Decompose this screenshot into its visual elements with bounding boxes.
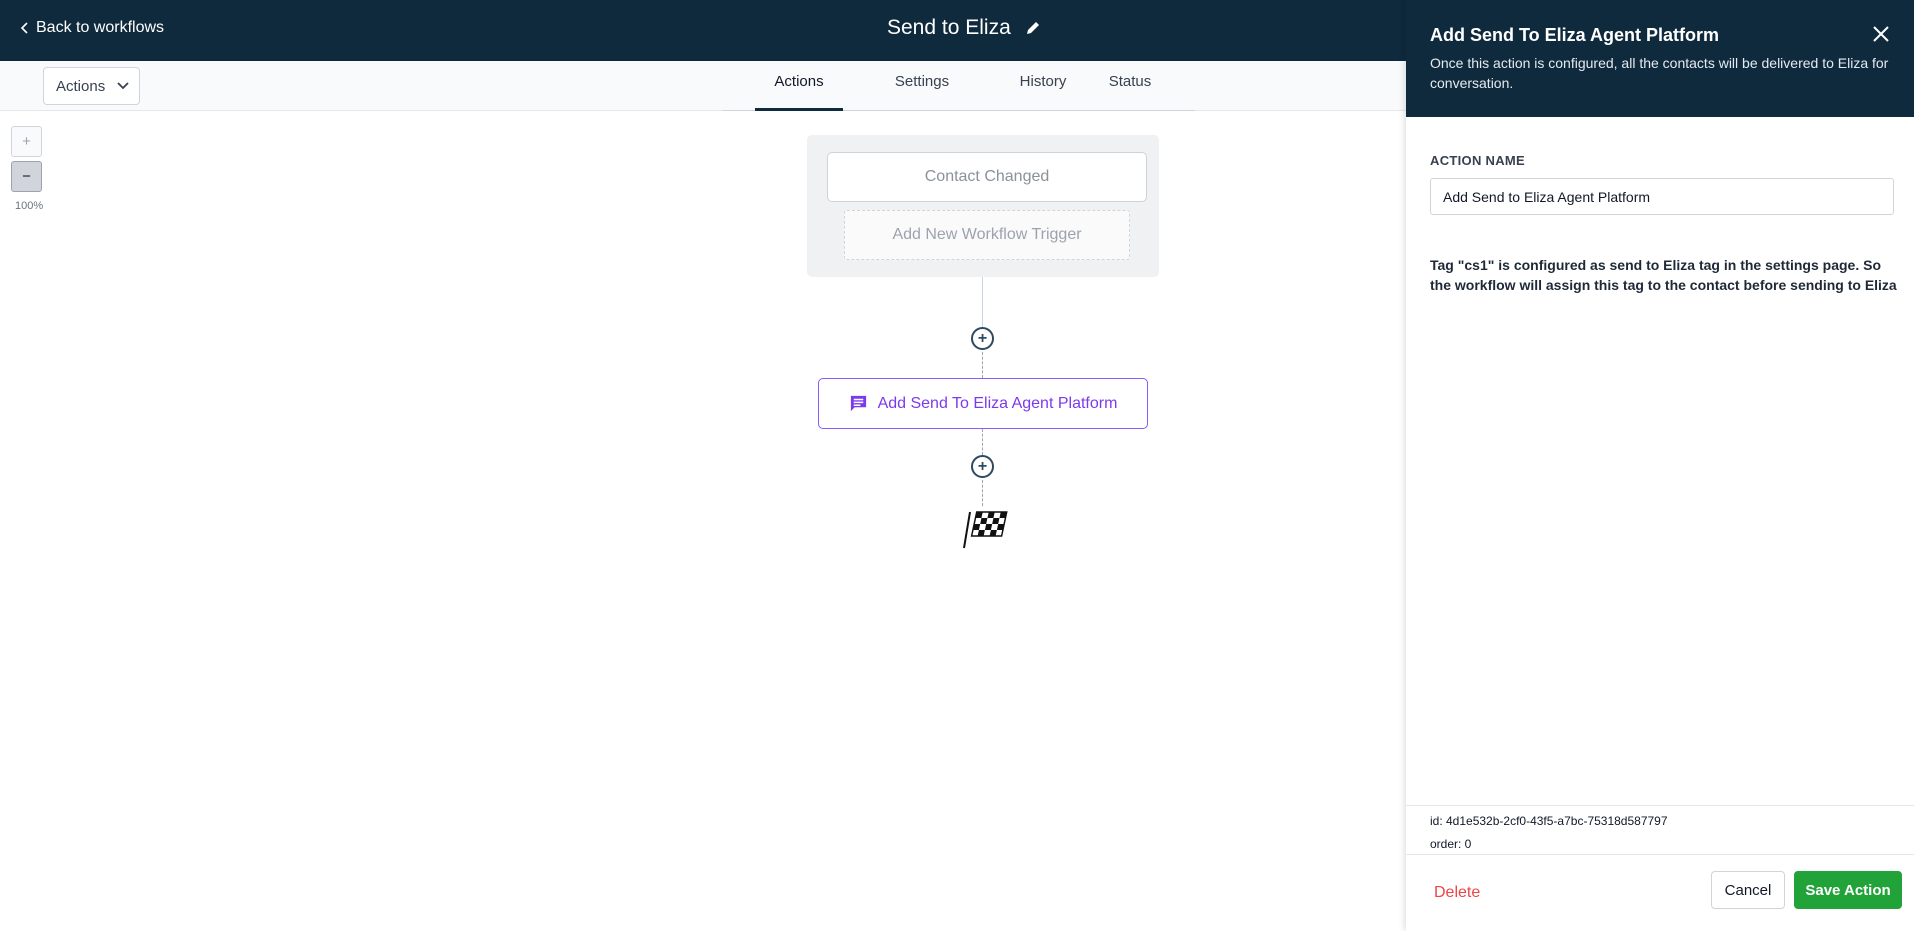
sub-toolbar: Actions Actions Settings History Status bbox=[0, 61, 1406, 111]
workflow-title-text: Send to Eliza bbox=[887, 16, 1011, 39]
trigger-contact-changed[interactable]: Contact Changed bbox=[827, 152, 1147, 202]
tab-status[interactable]: Status bbox=[1098, 61, 1162, 111]
add-step-button[interactable]: + bbox=[971, 327, 994, 350]
panel-header: Add Send To Eliza Agent Platform Once th… bbox=[1406, 0, 1914, 117]
checkered-flag-icon bbox=[963, 511, 1008, 549]
tag-config-note: Tag "cs1" is configured as send to Eliza… bbox=[1430, 257, 1897, 293]
connector-line bbox=[982, 277, 983, 327]
chat-icon bbox=[850, 395, 866, 412]
action-id: id: 4d1e532b-2cf0-43f5-a7bc-75318d587797 bbox=[1430, 814, 1668, 828]
pencil-edit-icon[interactable] bbox=[1025, 20, 1041, 36]
panel-description: Once this action is configured, all the … bbox=[1430, 55, 1889, 91]
zoom-out-button[interactable]: − bbox=[11, 161, 42, 192]
actions-dropdown-label: Actions bbox=[56, 77, 106, 95]
close-icon[interactable] bbox=[1872, 25, 1890, 43]
add-step-button[interactable]: + bbox=[971, 455, 994, 478]
cancel-button[interactable]: Cancel bbox=[1711, 871, 1785, 909]
zoom-in-button[interactable]: + bbox=[11, 126, 42, 157]
connector-line bbox=[982, 429, 983, 455]
action-config-panel: Add Send To Eliza Agent Platform Once th… bbox=[1406, 0, 1914, 931]
save-action-button[interactable]: Save Action bbox=[1794, 871, 1902, 909]
chevron-down-icon bbox=[117, 82, 129, 90]
actions-dropdown[interactable]: Actions bbox=[43, 67, 140, 105]
back-to-workflows-link[interactable]: Back to workflows bbox=[20, 19, 164, 37]
action-name-label: ACTION NAME bbox=[1430, 153, 1526, 168]
action-meta: id: 4d1e532b-2cf0-43f5-a7bc-75318d587797… bbox=[1406, 805, 1914, 855]
panel-title: Add Send To Eliza Agent Platform bbox=[1430, 25, 1720, 45]
delete-button[interactable]: Delete bbox=[1434, 884, 1480, 902]
add-trigger-button[interactable]: Add New Workflow Trigger bbox=[844, 210, 1130, 260]
action-order: order: 0 bbox=[1430, 837, 1472, 851]
connector-line bbox=[982, 480, 983, 506]
tab-actions[interactable]: Actions bbox=[755, 61, 843, 111]
workflow-title: Send to Eliza bbox=[887, 16, 1041, 40]
action-name-input[interactable] bbox=[1430, 178, 1894, 215]
chevron-left-icon bbox=[20, 22, 28, 34]
action-node-label: Add Send To Eliza Agent Platform bbox=[877, 394, 1118, 412]
tab-history[interactable]: History bbox=[1005, 61, 1081, 111]
zoom-level: 100% bbox=[15, 200, 44, 212]
connector-line bbox=[982, 352, 983, 378]
tab-settings[interactable]: Settings bbox=[880, 61, 964, 111]
workflow-tabs: Actions Settings History Status bbox=[722, 61, 1195, 111]
action-node-eliza[interactable]: Add Send To Eliza Agent Platform bbox=[818, 378, 1148, 429]
trigger-container: Contact Changed Add New Workflow Trigger bbox=[807, 135, 1159, 277]
back-link-label: Back to workflows bbox=[36, 19, 165, 36]
